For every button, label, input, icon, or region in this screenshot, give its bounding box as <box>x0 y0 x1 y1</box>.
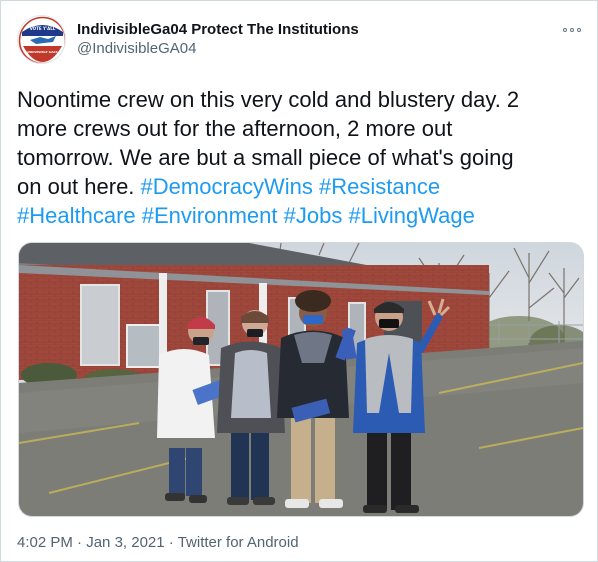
group-photo-icon <box>19 243 583 516</box>
tweet-text-line-4: on out here. #DemocracyWins #Resistance <box>17 172 583 201</box>
hashtag-healthcare[interactable]: #Healthcare <box>17 203 136 228</box>
hashtag-resistance[interactable]: #Resistance <box>319 174 440 199</box>
dot <box>570 28 574 32</box>
avatar-text-top: VOTE Y'ALL <box>30 26 56 31</box>
tweet-text-line-1: Noontime crew on this very cold and blus… <box>17 87 520 112</box>
hashtag-environment[interactable]: #Environment <box>142 203 278 228</box>
tweet-text-line-2: more crews out for the afternoon, 2 more… <box>17 116 453 141</box>
dot <box>577 28 581 32</box>
vote-yall-logo-icon: VOTE Y'ALL INDIVISIBLE GA04 <box>18 16 65 63</box>
author-display-name[interactable]: IndivisibleGa04 Protect The Institutions <box>77 21 359 39</box>
tweet-time[interactable]: 4:02 PM <box>17 534 73 551</box>
tweet-text-line-5: #Healthcare #Environment #Jobs #LivingWa… <box>17 201 583 230</box>
avatar[interactable]: VOTE Y'ALL INDIVISIBLE GA04 <box>17 15 66 64</box>
tweet-photo[interactable] <box>18 242 584 517</box>
tweet-text-line-3: tomorrow. We are but a small piece of wh… <box>17 145 514 170</box>
tweet-source[interactable]: Twitter for Android <box>178 534 299 551</box>
more-options-icon[interactable] <box>563 25 581 35</box>
tweet-text-line-4-text: on out here. <box>17 174 141 199</box>
avatar-text-bottom: INDIVISIBLE GA04 <box>27 50 57 54</box>
tweet-card: VOTE Y'ALL INDIVISIBLE GA04 IndivisibleG… <box>0 0 598 562</box>
meta-separator: · <box>164 534 178 551</box>
tweet-date[interactable]: Jan 3, 2021 <box>86 534 164 551</box>
meta-separator: · <box>72 534 87 551</box>
tweet-meta: 4:02 PM · Jan 3, 2021 · Twitter for Andr… <box>17 534 299 552</box>
author-handle[interactable]: @IndivisibleGA04 <box>77 40 196 58</box>
hashtag-democracywins[interactable]: #DemocracyWins <box>141 174 313 199</box>
tweet-text: Noontime crew on this very cold and blus… <box>17 85 583 230</box>
dot <box>563 28 567 32</box>
hashtag-jobs[interactable]: #Jobs <box>284 203 343 228</box>
hashtag-livingwage[interactable]: #LivingWage <box>348 203 474 228</box>
